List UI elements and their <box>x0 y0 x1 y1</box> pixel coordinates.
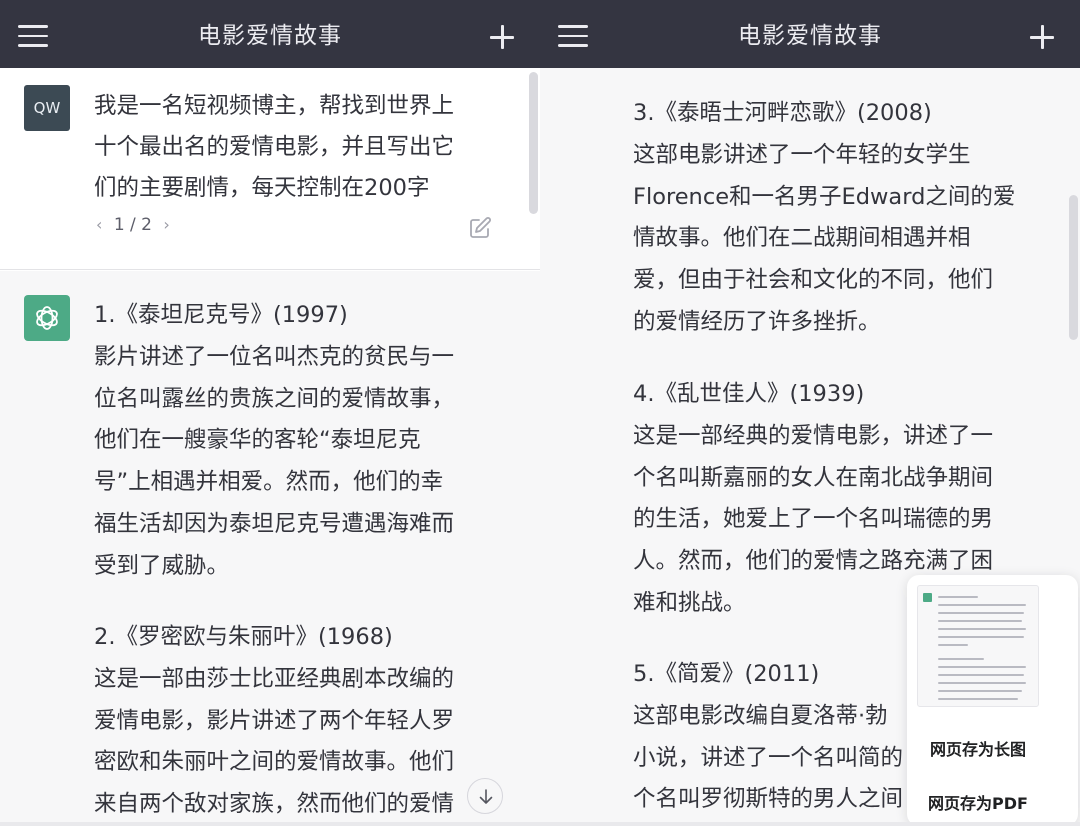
answer-line: 的爱情经历了许多挫折。 <box>633 308 881 335</box>
page-preview-thumbnail <box>917 585 1039 707</box>
openai-logo-icon <box>24 295 70 341</box>
answer-line: 爱情电影，影片讲述了两个年轻人罗 <box>94 707 455 734</box>
answer-line: 影片讲述了一位名叫杰克的贫民与一 <box>94 343 455 370</box>
user-avatar: QW <box>24 85 70 131</box>
answer-line: 这部电影讲述了一个年轻的女学生 <box>633 141 971 168</box>
user-message-text: 我是一名短视频博主，帮找到世界上 十个最出名的爱情电影，并且写出它 们的主要剧情… <box>94 86 484 209</box>
pager-next-icon[interactable]: › <box>163 215 169 234</box>
message-pager: ‹ 1 / 2 › <box>96 215 170 235</box>
answer-line: 福生活却因为泰坦尼克号遭遇海难而 <box>94 510 455 537</box>
top-bar: 电影爱情故事 <box>0 0 540 68</box>
scroll-down-button[interactable] <box>467 778 503 814</box>
answer-line: 个名叫斯嘉丽的女人在南北战争期间 <box>633 464 994 491</box>
scrollbar-left[interactable] <box>529 72 538 214</box>
answer-line: 爱，但由于社会和文化的不同，他们 <box>633 267 994 294</box>
user-line: 我是一名短视频博主，帮找到世界上 <box>94 93 455 119</box>
bottom-divider <box>0 822 1080 826</box>
answer-item: 1.《泰坦尼克号》(1997) 影片讲述了一位名叫杰克的贫民与一 位名叫露丝的贵… <box>94 295 494 588</box>
user-line: 们的主要剧情，每天控制在200字 <box>94 175 430 201</box>
answer-item: 2.《罗密欧与朱丽叶》(1968) 这是一部由莎士比亚经典剧本改编的 爱情电影，… <box>94 617 494 826</box>
answer-line: 他们在一艘豪华的客轮“泰坦尼克 <box>94 427 421 454</box>
answer-line: 位名叫露丝的贵族之间的爱情故事， <box>94 385 455 412</box>
answer-line: 这是一部经典的爱情电影，讲述了一 <box>633 422 994 449</box>
top-bar: 电影爱情故事 <box>540 0 1080 68</box>
new-chat-plus-icon[interactable] <box>490 25 514 49</box>
answer-heading: 1.《泰坦尼克号》(1997) <box>94 302 348 328</box>
chat-title: 电影爱情故事 <box>738 23 882 49</box>
user-message: QW 我是一名短视频博主，帮找到世界上 十个最出名的爱情电影，并且写出它 们的主… <box>0 68 540 270</box>
user-line: 十个最出名的爱情电影，并且写出它 <box>94 134 455 160</box>
answer-line: 号”上相遇并相爱。然而，他们的幸 <box>94 469 444 496</box>
answer-line: 的生活，她爱上了一个名叫瑞德的男 <box>633 506 994 533</box>
edit-icon[interactable] <box>468 216 492 240</box>
save-as-long-image-button[interactable]: 网页存为长图 <box>907 736 1049 760</box>
scrollbar-right[interactable] <box>1069 195 1078 340</box>
chat-title: 电影爱情故事 <box>198 23 342 49</box>
openai-logo-icon <box>923 593 932 602</box>
new-chat-plus-icon[interactable] <box>1030 25 1054 49</box>
pager-prev-icon[interactable]: ‹ <box>96 215 102 234</box>
answer-line: 情故事。他们在二战期间相遇并相 <box>633 225 971 252</box>
answer-heading: 4.《乱世佳人》(1939) <box>633 381 865 407</box>
answer-heading: 3.《泰晤士河畔恋歌》(2008) <box>633 100 932 126</box>
answer-item: 3.《泰晤士河畔恋歌》(2008) 这部电影讲述了一个年轻的女学生 Floren… <box>633 93 1053 344</box>
save-as-pdf-button[interactable]: 网页存为PDF <box>907 790 1049 814</box>
assistant-message: 1.《泰坦尼克号》(1997) 影片讲述了一位名叫杰克的贫民与一 位名叫露丝的贵… <box>0 271 540 826</box>
answer-line: 这是一部由莎士比亚经典剧本改编的 <box>94 665 455 692</box>
save-page-popup: 网页存为长图 网页存为PDF <box>907 575 1078 826</box>
answer-line: 受到了威胁。 <box>94 552 230 579</box>
answer-line: 密欧和朱丽叶之间的爱情故事。他们 <box>94 749 455 776</box>
answer-line: Florence和一名男子Edward之间的爱 <box>633 183 1016 210</box>
chat-panel-left: 电影爱情故事 QW 我是一名短视频博主，帮找到世界上 十个最出名的爱情电影，并且… <box>0 0 540 826</box>
pager-count: 1 / 2 <box>113 215 152 235</box>
answer-line: 来自两个敌对家族，然而他们的爱情 <box>94 791 455 818</box>
arrow-down-icon <box>479 789 493 804</box>
answer-heading: 2.《罗密欧与朱丽叶》(1968) <box>94 624 393 650</box>
